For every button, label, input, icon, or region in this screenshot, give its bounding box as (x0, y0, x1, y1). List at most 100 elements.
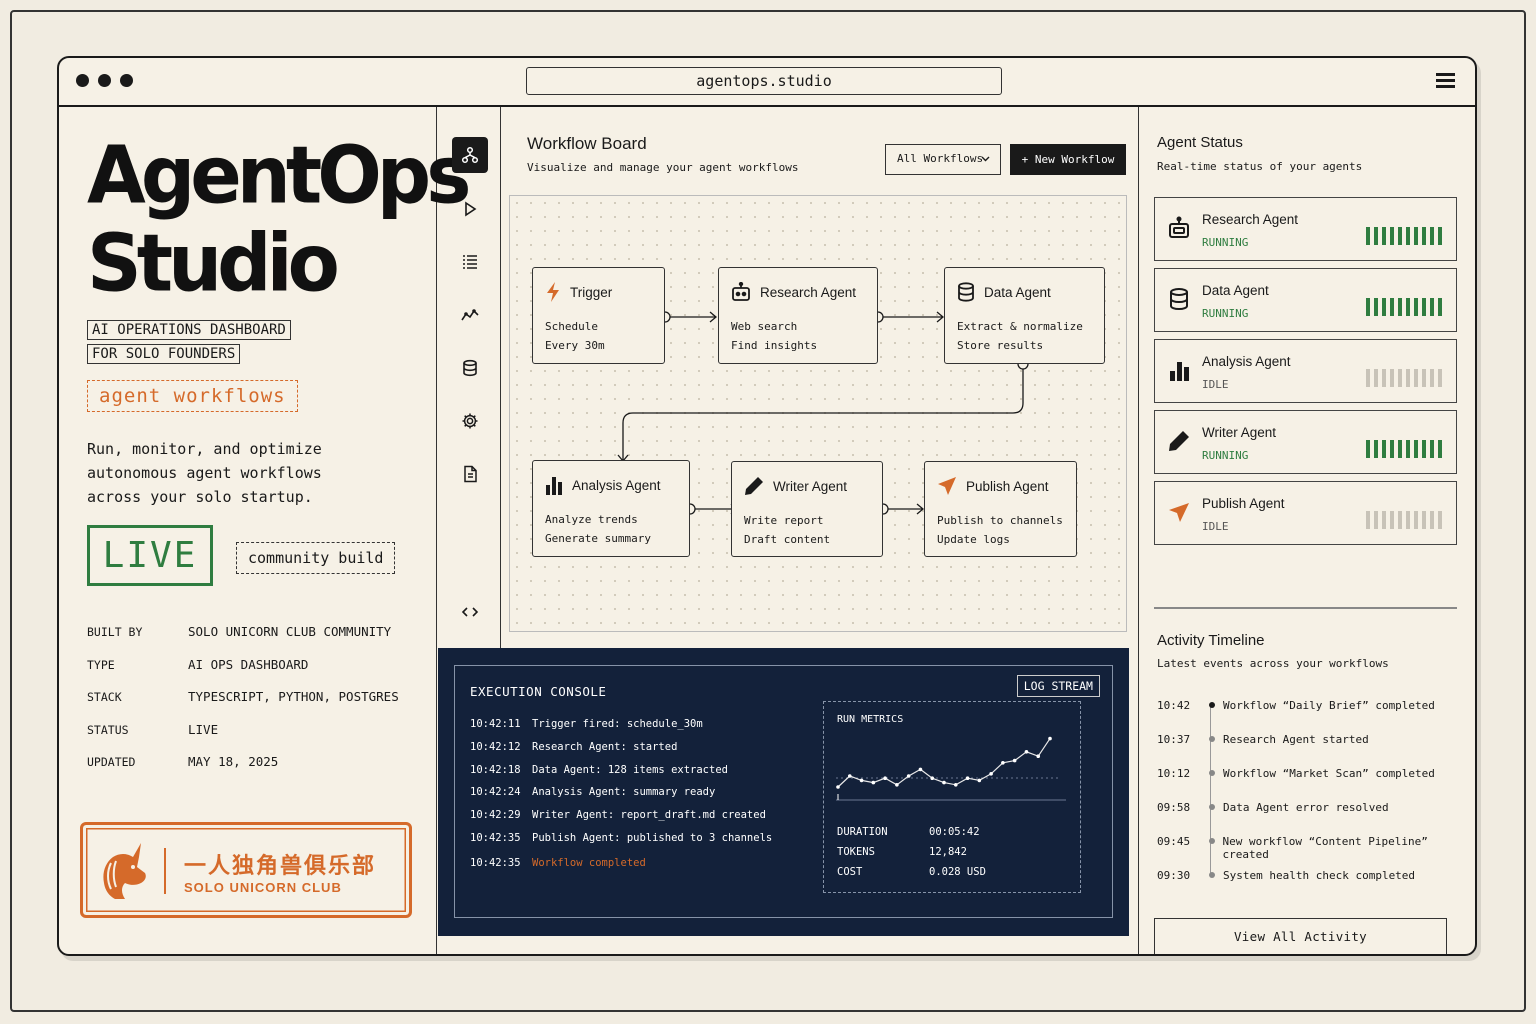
timeline-event: 10:42 Workflow “Daily Brief” completed (1157, 699, 1475, 733)
nav-database[interactable] (452, 350, 488, 386)
workflow-icon (461, 146, 479, 164)
list-icon (463, 255, 477, 269)
chart-point (836, 785, 840, 789)
pencil-icon (1169, 431, 1189, 451)
timeline-event: 09:58 Data Agent error resolved (1157, 801, 1475, 835)
database-icon (463, 359, 477, 377)
activity-bar (1366, 227, 1370, 245)
activity-bar (1438, 298, 1442, 316)
chart-point (847, 774, 852, 778)
nav-workflows[interactable] (452, 137, 488, 173)
agent-card-analysis[interactable]: Analysis Agent IDLE (1154, 339, 1457, 403)
window-dot[interactable] (98, 74, 111, 87)
meta-value: AI OPS DASHBOARD (188, 656, 309, 672)
activity-bar (1398, 369, 1402, 387)
nav-settings[interactable] (452, 403, 488, 439)
meta-row: BUILT BY SOLO UNICORN CLUB COMMUNITY (87, 624, 399, 657)
activity-bars (1366, 440, 1442, 458)
log-time: 10:42:29 (470, 809, 521, 822)
workflow-node-research-agent[interactable]: Research Agent Web search Find insights (718, 267, 878, 364)
activity-bar (1374, 227, 1378, 245)
metrics-sparkline (836, 736, 1066, 801)
settings-icon (462, 413, 478, 429)
activity-bar (1398, 511, 1402, 529)
log-time: 10:42:24 (470, 786, 521, 799)
nav-list[interactable] (452, 244, 488, 280)
activity-bar (1366, 511, 1370, 529)
description-line: Run, monitor, and optimize (87, 440, 322, 458)
view-all-activity-button[interactable]: View All Activity (1154, 918, 1447, 954)
activity-bar (1422, 511, 1426, 529)
log-message: Writer Agent: report_draft.md created (532, 809, 766, 822)
event-message: Workflow “Daily Brief” completed (1223, 699, 1435, 712)
window-dot[interactable] (120, 74, 133, 87)
event-time: 09:30 (1157, 869, 1191, 882)
title-bar: agentops.studio (59, 58, 1475, 107)
workflow-node-publish-agent[interactable]: Publish Agent Publish to channels Update … (924, 461, 1077, 557)
node-detail: Find insights (731, 339, 818, 352)
metrics-title: RUN METRICS (837, 714, 904, 725)
brand-line: AgentOps (87, 127, 471, 222)
console-log: 10:42:11 Trigger fired: schedule_30m 10:4… (470, 718, 772, 880)
node-detail: Generate summary (545, 532, 651, 545)
meta-value: LIVE (188, 721, 219, 737)
new-workflow-button[interactable]: + New Workflow (1010, 144, 1126, 175)
url-bar[interactable]: agentops.studio (526, 67, 1002, 95)
activity-bars (1366, 369, 1442, 387)
activity-bar (1390, 227, 1394, 245)
node-title: Data Agent (984, 284, 1051, 300)
activity-bar (1390, 369, 1394, 387)
activity-timeline: 10:42 Workflow “Daily Brief” completed 10… (1157, 699, 1475, 903)
menu-icon[interactable] (1436, 73, 1455, 89)
database-icon (958, 282, 974, 302)
workflow-filter-select[interactable]: All Workflows (885, 144, 1001, 175)
activity-bars (1366, 227, 1442, 245)
nav-docs[interactable] (452, 456, 488, 492)
board-title: Workflow Board (527, 134, 647, 153)
window-dot[interactable] (76, 74, 89, 87)
metric-duration: DURATION 00:05:42 (837, 826, 980, 838)
meta-row: STATUS LIVE (87, 722, 399, 755)
activity-bar (1374, 440, 1378, 458)
meta-row: UPDATED MAY 18, 2025 (87, 754, 399, 787)
log-time: 10:42:18 (470, 763, 521, 776)
node-detail: Analyze trends (545, 513, 638, 526)
nav-collapse[interactable] (452, 594, 488, 630)
analytics-icon (461, 309, 479, 321)
agent-state: RUNNING (1202, 449, 1249, 462)
agent-card-publish[interactable]: Publish Agent IDLE (1154, 481, 1457, 545)
chart-point (1024, 750, 1029, 754)
activity-bar (1422, 369, 1426, 387)
chart-point (942, 780, 946, 785)
event-message: Data Agent error resolved (1223, 801, 1389, 814)
event-time: 09:58 (1157, 801, 1191, 814)
workflow-node-data-agent[interactable]: Data Agent Extract & normalize Store resu… (944, 267, 1105, 364)
agent-card-writer[interactable]: Writer Agent RUNNING (1154, 410, 1457, 474)
stamp-english-name: SOLO UNICORN CLUB (184, 880, 342, 895)
node-detail: Every 30m (545, 339, 605, 352)
event-dot (1209, 872, 1215, 878)
log-stream-tab[interactable]: LOG STREAM (1016, 675, 1100, 697)
workflow-node-trigger[interactable]: Trigger Schedule Every 30m (532, 267, 665, 364)
activity-bar (1430, 511, 1434, 529)
metric-tokens: TOKENS 12,842 (837, 846, 967, 858)
workflow-canvas[interactable]: Trigger Schedule Every 30m Research Agent… (509, 195, 1127, 632)
agent-card-data[interactable]: Data Agent RUNNING (1154, 268, 1457, 332)
timeline-event: 10:12 Workflow “Market Scan” completed (1157, 767, 1475, 801)
workflow-node-analysis-agent[interactable]: Analysis Agent Analyze trends Generate su… (532, 460, 690, 557)
metric-value: 00:05:42 (929, 826, 980, 838)
nav-run[interactable] (452, 191, 488, 227)
event-message: Workflow “Market Scan” completed (1223, 767, 1435, 780)
send-icon (938, 477, 956, 495)
node-title: Research Agent (760, 284, 857, 300)
nav-analytics[interactable] (452, 297, 488, 333)
activity-bar (1398, 298, 1402, 316)
activity-bar (1382, 227, 1386, 245)
agent-card-research[interactable]: Research Agent RUNNING (1154, 197, 1457, 261)
log-line: 10:42:11 Trigger fired: schedule_30m (470, 718, 772, 741)
workflow-node-writer-agent[interactable]: Writer Agent Write report Draft content (731, 461, 883, 557)
description-line: autonomous agent workflows (87, 464, 322, 482)
chart-point (965, 776, 970, 780)
live-badge: LIVE (87, 525, 213, 586)
agent-status-subtitle: Real-time status of your agents (1157, 160, 1363, 173)
